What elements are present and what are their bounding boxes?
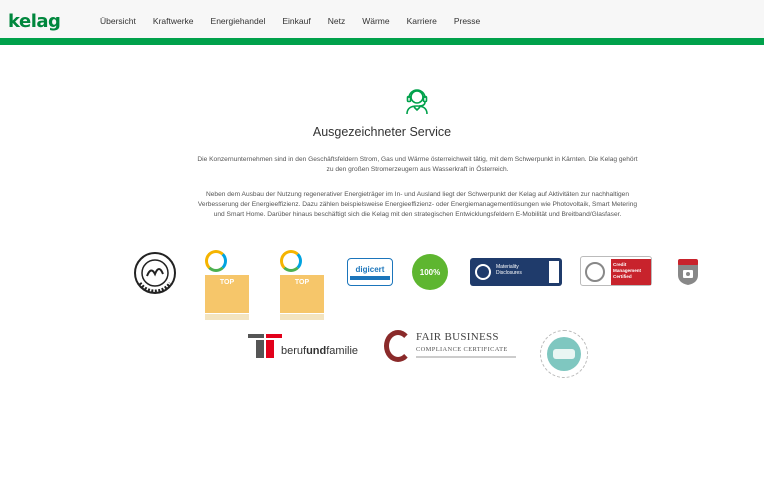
- nav-item-waerme[interactable]: Wärme: [362, 16, 389, 26]
- top-employer-badge-2: TOP: [278, 248, 326, 322]
- ci-ring-icon: [280, 250, 302, 272]
- main-nav: Übersicht Kraftwerke Energiehandel Einka…: [100, 16, 497, 26]
- digicert-label: digicert: [355, 264, 385, 274]
- fair-business-title: FAIR BUSINESS: [416, 331, 499, 343]
- ci-ring-icon: [205, 250, 227, 272]
- focus-paragraph: Neben dem Ausbau der Nutzung regenerativ…: [197, 191, 638, 218]
- nav-item-energiehandel[interactable]: Energiehandel: [211, 16, 266, 26]
- berufundfamilie-badge: berufundfamilie: [248, 330, 363, 360]
- materiality-disclosures-badge: Materiality Disclosures: [470, 258, 562, 286]
- badge-top-label: TOP: [219, 279, 235, 286]
- badge-top-label: TOP: [294, 279, 310, 286]
- kelag-logo[interactable]: kelag: [8, 11, 61, 32]
- digicert-badge: digicert: [347, 258, 393, 286]
- round-certificate-badge: [540, 330, 588, 378]
- nav-item-kraftwerke[interactable]: Kraftwerke: [153, 16, 194, 26]
- section-heading: Ausgezeichneter Service: [312, 125, 452, 139]
- top-navigation-bar: kelag Übersicht Kraftwerke Energiehandel…: [0, 0, 764, 45]
- fair-business-c-icon: [384, 330, 412, 362]
- compliance-certificate-label: COMPLIANCE CERTIFICATE: [416, 346, 508, 353]
- disclosures-label: Disclosures: [496, 270, 522, 276]
- green-100-badge: 100%: [412, 254, 448, 290]
- nav-item-karriere[interactable]: Karriere: [407, 16, 437, 26]
- top-employer-badge-1: TOP: [203, 248, 251, 322]
- credit-logo-icon: [585, 262, 605, 282]
- intro-paragraph: Die Konzernunternehmen sind in den Gesch…: [197, 156, 638, 173]
- berufundfamilie-label: berufundfamilie: [281, 345, 359, 357]
- credit-management-badge: Credit Management Certified: [580, 256, 652, 286]
- gri-circle-icon: [475, 264, 491, 280]
- headset-service-icon: [406, 89, 428, 115]
- nav-item-einkauf[interactable]: Einkauf: [282, 16, 310, 26]
- green-100-value: 100%: [419, 267, 441, 277]
- nav-item-presse[interactable]: Presse: [454, 16, 480, 26]
- certified-seal-badge: [134, 252, 176, 294]
- nav-item-netz[interactable]: Netz: [328, 16, 345, 26]
- nav-item-uebersicht[interactable]: Übersicht: [100, 16, 136, 26]
- fair-business-badge: FAIR BUSINESS COMPLIANCE CERTIFICATE: [384, 328, 524, 368]
- certified-label: Certified: [613, 274, 632, 279]
- green-accent-line: [0, 38, 764, 45]
- shield-award-icon: [678, 259, 698, 285]
